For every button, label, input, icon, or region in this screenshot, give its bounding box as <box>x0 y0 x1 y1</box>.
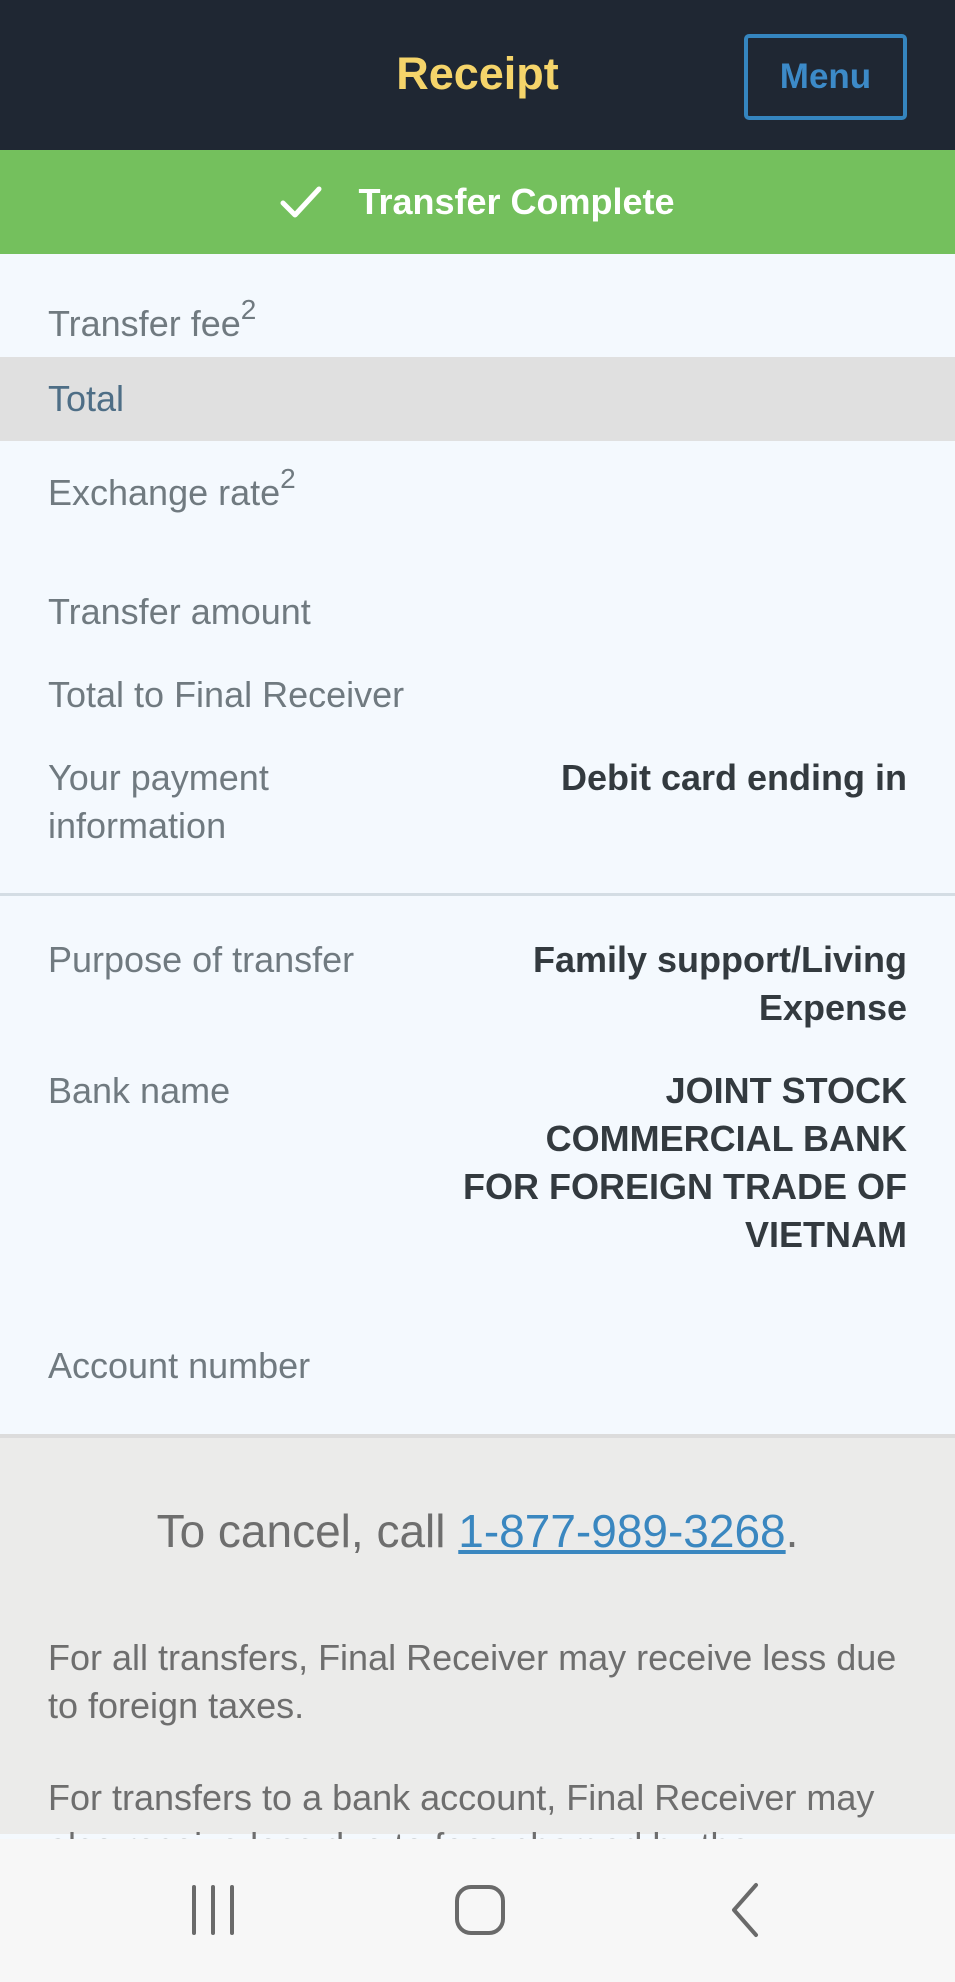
recent-apps-icon[interactable] <box>188 1877 238 1943</box>
bank-value-line2: COMMERCIAL BANK <box>545 1118 907 1159</box>
payment-info-row: Your payment information Debit card endi… <box>0 754 955 854</box>
footnote-marker: 2 <box>280 463 296 494</box>
transfer-amount-label: Transfer amount <box>48 591 311 632</box>
cancel-prefix: To cancel, call <box>156 1505 459 1557</box>
cancel-suffix: . <box>785 1505 799 1557</box>
cancel-instructions: To cancel, call 1-877-989-3268. <box>0 1504 955 1558</box>
check-icon <box>280 186 322 218</box>
cancel-phone-link[interactable]: 1-877-989-3268 <box>458 1505 785 1557</box>
footer-info: To cancel, call 1-877-989-3268. For all … <box>0 1434 955 1866</box>
payment-label-line2: information <box>48 805 227 846</box>
bank-value-line1: JOINT STOCK <box>665 1070 907 1111</box>
total-final-receiver-row: Total to Final Receiver <box>0 671 955 741</box>
transfer-amount-row: Transfer amount <box>0 588 955 658</box>
bank-name-value: JOINT STOCK COMMERCIAL BANK FOR FOREIGN … <box>463 1067 907 1259</box>
payment-info-label: Your payment information <box>48 754 269 850</box>
total-label: Total <box>48 378 125 419</box>
bank-value-line4: VIETNAM <box>745 1214 907 1255</box>
menu-button[interactable]: Menu <box>744 34 907 120</box>
exchange-rate-label: Exchange rate2 <box>48 459 296 517</box>
purpose-value-line2: Expense <box>758 987 907 1028</box>
total-row: Total <box>0 357 955 441</box>
footnote-marker: 2 <box>240 294 257 325</box>
home-icon[interactable] <box>452 1877 508 1943</box>
purpose-value: Family support/Living Expense <box>533 936 907 1032</box>
system-nav-bar <box>0 1839 955 1982</box>
payment-label-line1: Your payment <box>48 757 269 798</box>
back-icon[interactable] <box>726 1877 766 1943</box>
account-number-row: Account number <box>0 1342 955 1412</box>
total-final-receiver-label: Total to Final Receiver <box>48 674 405 715</box>
payment-info-value: Debit card ending in <box>560 757 907 798</box>
bank-value-line3: FOR FOREIGN TRADE OF <box>463 1166 907 1207</box>
exchange-rate-label-text: Exchange rate <box>48 472 281 513</box>
banner-text: Transfer Complete <box>358 181 675 222</box>
exchange-rate-row: Exchange rate2 <box>0 441 955 561</box>
transfer-fee-row: Transfer fee2 <box>0 254 955 358</box>
app-header: Receipt Menu <box>0 0 955 150</box>
account-number-label: Account number <box>48 1345 311 1386</box>
bank-name-row: Bank name JOINT STOCK COMMERCIAL BANK FO… <box>0 1067 955 1267</box>
bank-name-label: Bank name <box>48 1070 231 1111</box>
success-banner: Transfer Complete <box>0 150 955 254</box>
purpose-value-line1: Family support/Living <box>532 939 907 980</box>
section-divider <box>0 893 955 896</box>
transfer-fee-label: Transfer fee2 <box>48 290 256 348</box>
transfer-fee-label-text: Transfer fee <box>48 303 241 344</box>
purpose-label: Purpose of transfer <box>48 939 355 980</box>
purpose-row: Purpose of transfer Family support/Livin… <box>0 936 955 1046</box>
note-foreign-taxes: For all transfers, Final Receiver may re… <box>48 1637 897 1726</box>
